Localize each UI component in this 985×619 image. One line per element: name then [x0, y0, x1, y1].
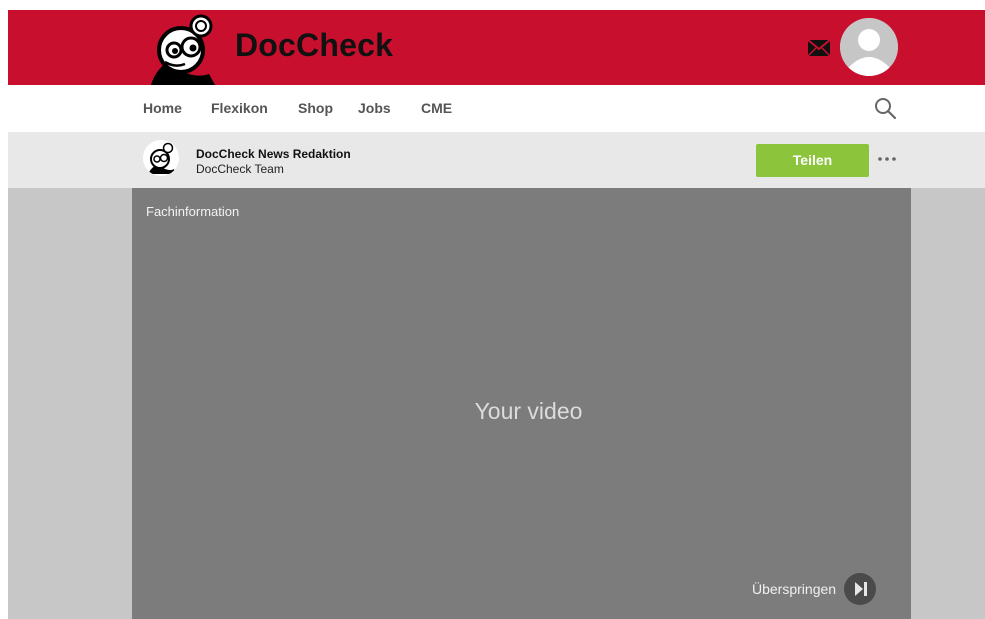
avatar-silhouette-icon	[840, 18, 898, 76]
page-frame: DocCheck Home Flexikon Shop Jobs CME Doc…	[8, 10, 985, 619]
skip-label: Überspringen	[752, 581, 837, 597]
author-bar: DocCheck News Redaktion DocCheck Team Te…	[8, 132, 985, 188]
nav-item-jobs[interactable]: Jobs	[358, 100, 391, 116]
skip-forward-icon	[844, 573, 877, 605]
mail-icon[interactable]	[808, 40, 830, 56]
skip-button[interactable]: Überspringen	[752, 572, 877, 606]
main-nav: Home Flexikon Shop Jobs CME	[8, 85, 985, 132]
brand-name[interactable]: DocCheck	[235, 27, 393, 64]
nav-item-shop[interactable]: Shop	[298, 100, 333, 116]
top-header: DocCheck	[8, 10, 985, 85]
nav-item-home[interactable]: Home	[143, 100, 182, 116]
doccheck-mascot-small-icon	[143, 140, 179, 176]
video-player[interactable]: Fachinformation Your video Überspringen	[132, 188, 911, 619]
doccheck-mascot-icon[interactable]	[145, 14, 225, 85]
player-label: Fachinformation	[146, 204, 240, 219]
search-icon[interactable]	[873, 96, 897, 120]
author-team: DocCheck Team	[196, 162, 284, 176]
author-name[interactable]: DocCheck News Redaktion	[196, 147, 351, 161]
nav-item-flexikon[interactable]: Flexikon	[211, 100, 268, 116]
nav-item-cme[interactable]: CME	[421, 100, 452, 116]
share-button[interactable]: Teilen	[756, 144, 869, 177]
user-avatar[interactable]	[840, 18, 898, 76]
author-avatar[interactable]	[143, 140, 179, 176]
video-placeholder: Your video	[474, 398, 583, 424]
more-dots-icon[interactable]	[877, 154, 897, 164]
